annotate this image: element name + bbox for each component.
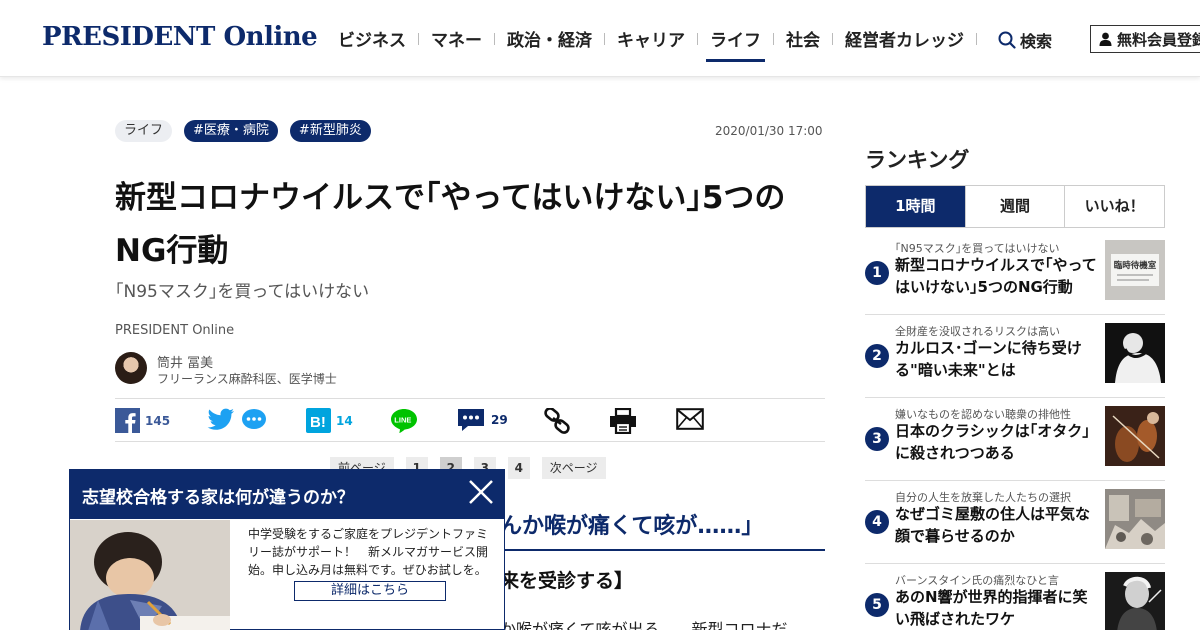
twitter-icon bbox=[207, 408, 234, 430]
line-icon: LINE bbox=[391, 409, 417, 433]
mail-icon bbox=[676, 408, 704, 430]
share-line[interactable]: LINE bbox=[390, 408, 418, 434]
nav-item-money[interactable]: マネー bbox=[431, 26, 482, 57]
section-divider bbox=[500, 549, 825, 551]
hatena-count: 14 bbox=[336, 413, 353, 428]
popup-close-button[interactable] bbox=[466, 477, 496, 507]
popup-description: 中学受験をするご家庭をプレジデントファミリー誌がサポート！ 新メルマガサービス開… bbox=[248, 527, 489, 577]
share-print[interactable] bbox=[609, 408, 637, 434]
rank-headline[interactable]: 新型コロナウイルスで｢やってはいけない｣5つのNG行動 bbox=[895, 254, 1097, 298]
share-twitter[interactable] bbox=[207, 408, 235, 432]
tag-category[interactable]: ライフ bbox=[115, 120, 173, 142]
article-tags: ライフ #医療・病院 #新型肺炎 bbox=[115, 120, 383, 142]
pager-next[interactable]: 次ページ bbox=[541, 457, 606, 479]
tab-weekly[interactable]: 週間 bbox=[964, 186, 1065, 227]
rank-headline[interactable]: あのN響が世界的指揮者に笑い飛ばされたワケ bbox=[895, 586, 1097, 630]
search-button[interactable]: 検索 bbox=[998, 28, 1052, 52]
tab-hourly[interactable]: 1時間 bbox=[866, 186, 965, 227]
popup-title: 志望校合格する家は何が違うのか？ bbox=[70, 470, 504, 519]
tag-medical[interactable]: #医療・病院 bbox=[184, 120, 278, 142]
share-email[interactable] bbox=[676, 408, 704, 430]
user-icon bbox=[1099, 32, 1112, 46]
rank-number: 1 bbox=[865, 261, 889, 285]
author-role: フリーランス麻酔科医、医学博士 bbox=[157, 372, 337, 386]
rank-thumbnail[interactable]: 臨時待機室 bbox=[1105, 240, 1165, 300]
nav-item-executive-college[interactable]: 経営者カレッジ bbox=[845, 26, 964, 57]
rank-headline[interactable]: カルロス･ゴーンに待ち受ける"暗い未来"とは bbox=[895, 337, 1097, 381]
site-logo[interactable]: PRESIDENT Online bbox=[42, 22, 318, 52]
nav-separator bbox=[494, 32, 495, 45]
rank-thumbnail[interactable] bbox=[1105, 572, 1165, 630]
nav-separator bbox=[832, 32, 833, 45]
facebook-icon bbox=[115, 408, 140, 433]
svg-text:B!: B! bbox=[310, 414, 326, 431]
nav-item-society[interactable]: 社会 bbox=[786, 26, 820, 57]
share-bar: 145 B! 14 LINE 29 bbox=[115, 398, 825, 442]
comment-icon bbox=[458, 409, 484, 431]
pager-page-4[interactable]: 4 bbox=[507, 457, 530, 479]
comment-count: 29 bbox=[491, 413, 508, 427]
author-avatar[interactable] bbox=[115, 352, 147, 384]
rank-number: 2 bbox=[865, 344, 889, 368]
rank-thumbnail[interactable] bbox=[1105, 489, 1165, 549]
nav-separator bbox=[773, 32, 774, 45]
article-publisher: PRESIDENT Online bbox=[115, 323, 235, 338]
ranking-tabs: 1時間 週間 いいね！ bbox=[865, 185, 1165, 228]
nav-separator bbox=[697, 32, 698, 45]
link-icon bbox=[544, 408, 570, 434]
rank-headline[interactable]: なぜゴミ屋敷の住人は平気な顔で暮らせるのか bbox=[895, 503, 1097, 547]
article-date: 2020/01/30 17:00 bbox=[715, 124, 823, 138]
tag-new-pneumonia[interactable]: #新型肺炎 bbox=[289, 120, 371, 142]
section-heading: んか喉が痛くて咳が……」 bbox=[500, 514, 764, 539]
article-body-text: か喉が痛くて咳が出る……新型コロナだ bbox=[500, 620, 788, 630]
share-hatena[interactable]: B! 14 bbox=[306, 408, 353, 433]
author-name[interactable]: 筒井 冨美 bbox=[157, 352, 213, 371]
ranking-item[interactable]: 5 バーンスタイン氏の痛烈なひと言 あのN響が世界的指揮者に笑い飛ばされたワケ bbox=[865, 564, 1165, 630]
ranking-item[interactable]: 4 自分の人生を放棄した人たちの選択 なぜゴミ屋敷の住人は平気な顔で暮らせるのか bbox=[865, 481, 1165, 564]
nav-separator bbox=[604, 32, 605, 45]
rank-headline[interactable]: 日本のクラシックは｢オタク｣に殺されつつある bbox=[895, 420, 1097, 464]
share-copy-link[interactable] bbox=[543, 408, 571, 434]
article-title: 新型コロナウイルスで｢やってはいけない｣5つのNG行動 bbox=[115, 180, 786, 269]
hatena-bookmark-icon: B! bbox=[306, 408, 331, 433]
popup-child-studying-image bbox=[70, 520, 230, 630]
share-facebook[interactable]: 145 bbox=[115, 408, 170, 433]
nav-separator bbox=[976, 32, 977, 45]
search-label: 検索 bbox=[1020, 32, 1053, 51]
rank-thumbnail[interactable] bbox=[1105, 323, 1165, 383]
nav-item-career[interactable]: キャリア bbox=[617, 26, 685, 57]
nav-item-life[interactable]: ライフ bbox=[706, 26, 765, 62]
ranking-item[interactable]: 2 全財産を没収されるリスクは高い カルロス･ゴーンに待ち受ける"暗い未来"とは bbox=[865, 315, 1165, 398]
ranking-title: ランキング bbox=[865, 148, 970, 172]
share-comment-twitter[interactable] bbox=[241, 408, 267, 432]
comment-bubble-icon bbox=[242, 409, 266, 429]
rank-number: 3 bbox=[865, 427, 889, 451]
close-icon bbox=[469, 480, 493, 504]
rank-thumbnail[interactable] bbox=[1105, 406, 1165, 466]
section-subheading: 来を受診する】 bbox=[500, 570, 634, 592]
rank-number: 5 bbox=[865, 593, 889, 617]
popup-details-button[interactable]: 詳細はこちら bbox=[294, 581, 446, 601]
nav-item-politics-economy[interactable]: 政治・経済 bbox=[507, 26, 592, 57]
member-register-label: 無料会員登録 bbox=[1117, 30, 1200, 49]
member-register-button[interactable]: 無料会員登録 bbox=[1090, 25, 1200, 53]
nav-item-business[interactable]: ビジネス bbox=[338, 26, 406, 57]
svg-text:LINE: LINE bbox=[394, 416, 411, 425]
rank-number: 4 bbox=[865, 510, 889, 534]
article-subtitle: ｢N95マスク｣を買ってはいけない bbox=[115, 282, 370, 302]
newsletter-popup: 志望校合格する家は何が違うのか？ 中学受験をするご家庭をプレジデントファミリー誌… bbox=[69, 469, 505, 630]
thumb-sign-text: 臨時待機室 bbox=[1114, 260, 1157, 271]
main-nav: ビジネス マネー 政治・経済 キャリア ライフ 社会 経営者カレッジ bbox=[338, 26, 989, 62]
print-icon bbox=[610, 408, 636, 434]
tab-likes[interactable]: いいね！ bbox=[1064, 186, 1164, 227]
search-icon bbox=[998, 31, 1016, 49]
ranking-item[interactable]: 3 嫌いなものを認めない聴衆の排他性 日本のクラシックは｢オタク｣に殺されつつあ… bbox=[865, 398, 1165, 481]
share-comments[interactable]: 29 bbox=[456, 408, 508, 432]
ranking-item[interactable]: 1 ｢N95マスク｣を買ってはいけない 新型コロナウイルスで｢やってはいけない｣… bbox=[865, 232, 1165, 315]
facebook-count: 145 bbox=[145, 413, 171, 428]
nav-separator bbox=[418, 32, 419, 45]
site-header: PRESIDENT Online ビジネス マネー 政治・経済 キャリア ライフ… bbox=[0, 0, 1200, 77]
